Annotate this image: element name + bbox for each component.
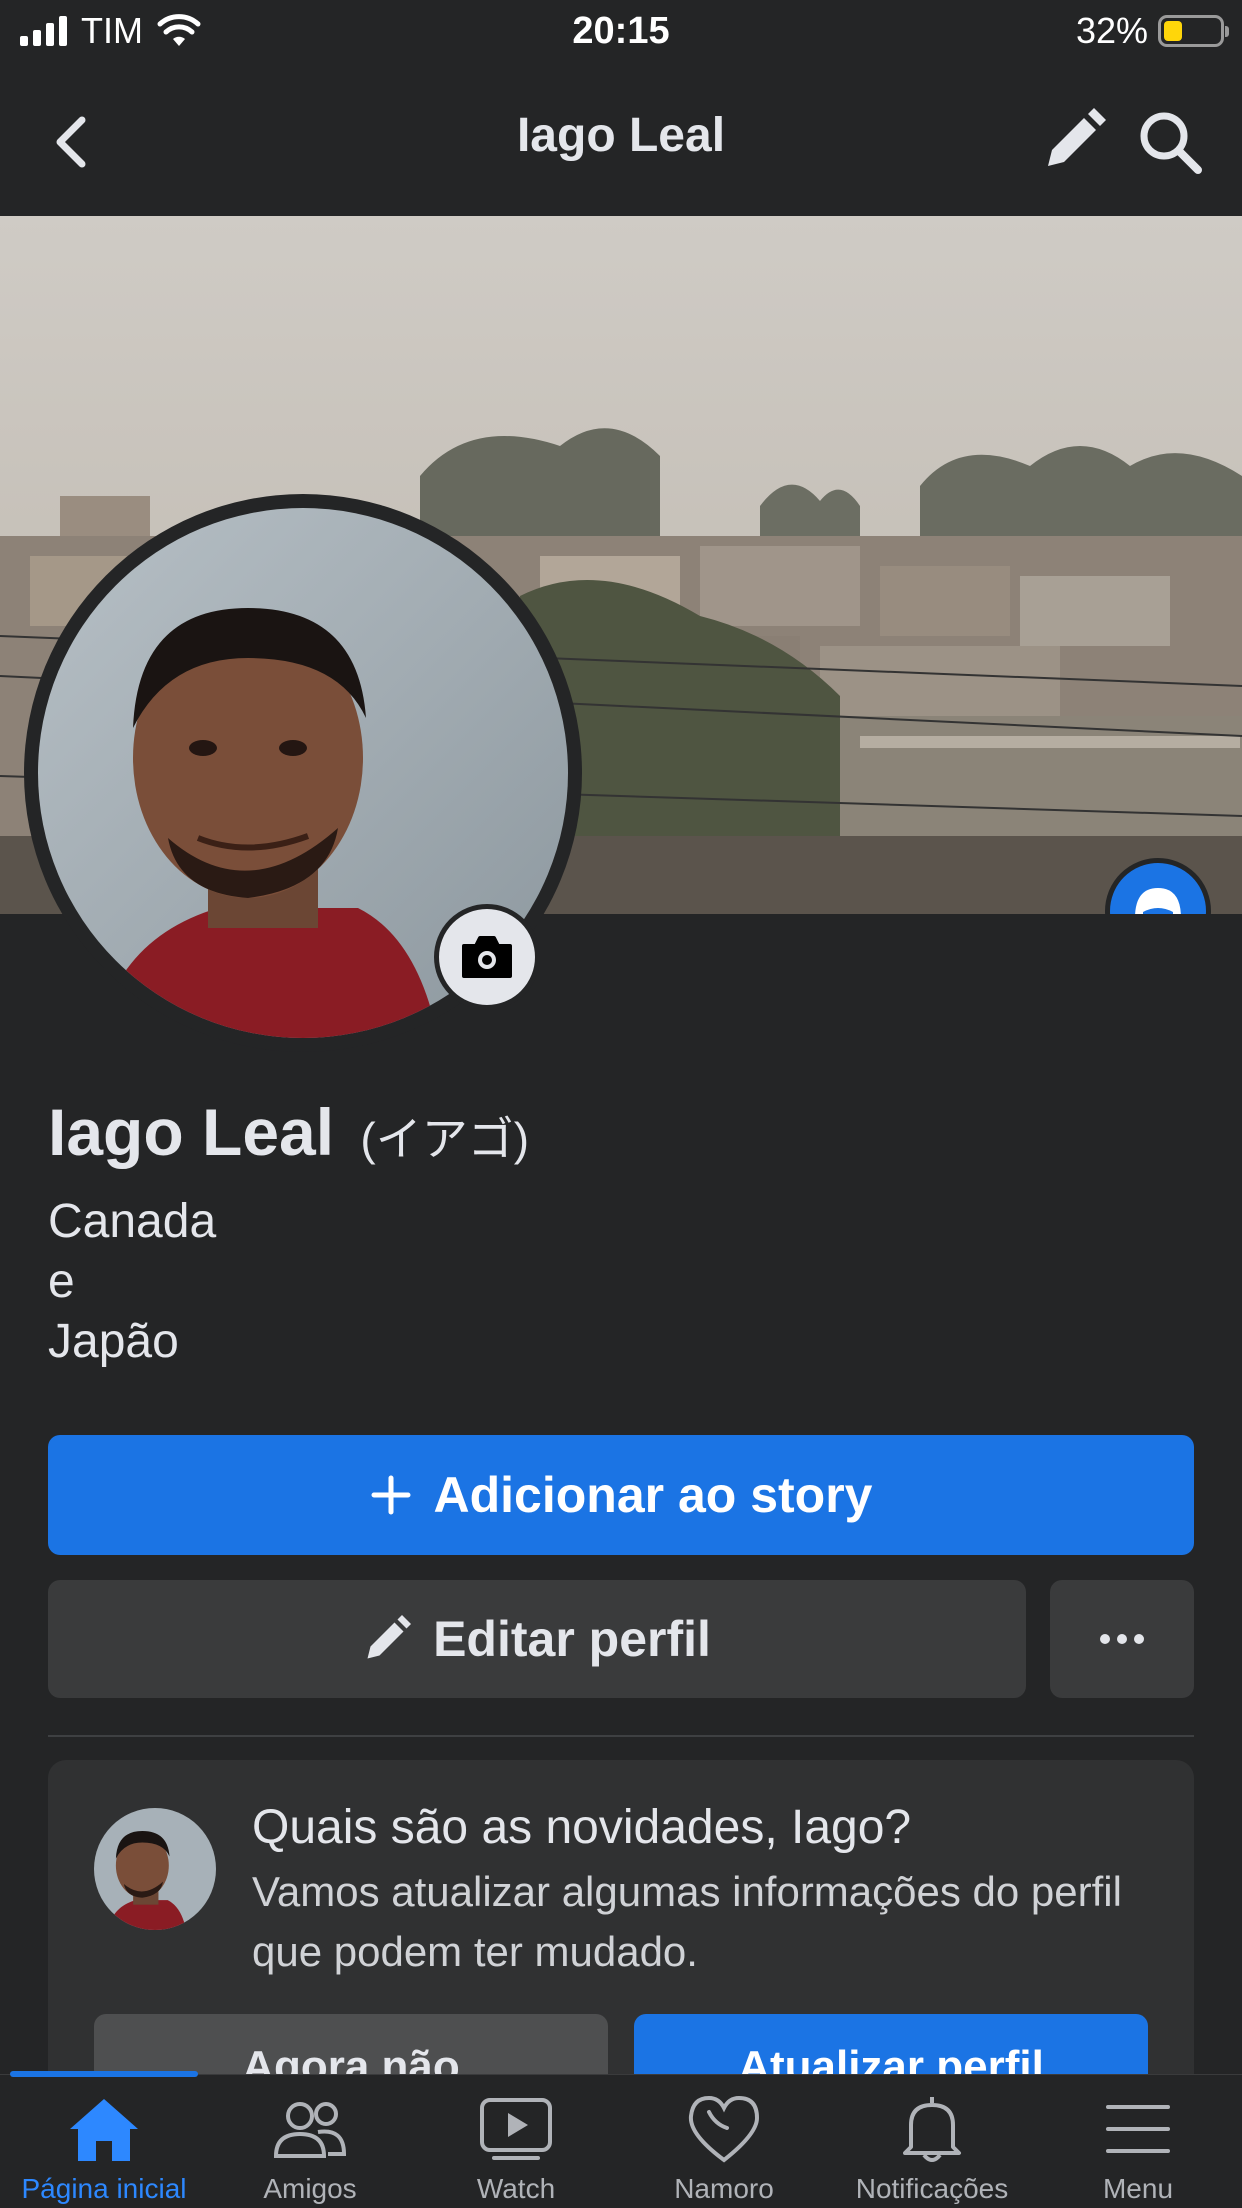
status-bar: TIM 20:15 32% [0, 0, 1242, 64]
add-story-label: Adicionar ao story [433, 1467, 873, 1523]
tab-label: Namoro [674, 2173, 774, 2204]
tab-label: Amigos [263, 2173, 357, 2204]
bio-line: Japão [48, 1315, 179, 1368]
more-dots-icon [1100, 1634, 1144, 1644]
profile-bio: Canada e Japão [48, 1192, 216, 1372]
more-options-button[interactable] [1050, 1580, 1194, 1698]
home-icon [70, 2099, 138, 2161]
tab-label: Menu [1102, 2173, 1174, 2204]
profile-alternate-name: (イアゴ) [360, 1113, 530, 1165]
profile-camera-button[interactable] [434, 904, 540, 1010]
edit-pencil-button[interactable] [1042, 108, 1106, 172]
tab-label: Watch [476, 2173, 556, 2204]
tab-label: Notificações [855, 2173, 1009, 2204]
prompt-text: Vamos atualizar algumas informações do p… [252, 1868, 1122, 1975]
profile-name-text: Iago Leal [48, 1095, 335, 1169]
add-story-button[interactable]: Adicionar ao story [48, 1435, 1194, 1555]
bio-line: Canada [48, 1195, 217, 1248]
search-button[interactable] [1136, 108, 1204, 176]
tab-home[interactable]: Página inicial [6, 2075, 202, 2208]
bottom-tab-bar: Página inicial Amigos Watch Namoro Notif… [0, 2071, 1242, 2208]
battery-icon [1158, 15, 1229, 47]
divider [48, 1735, 1194, 1737]
nav-header: Iago Leal [0, 64, 1242, 216]
bio-line: e [48, 1255, 75, 1308]
status-right: 32% [1075, 10, 1229, 52]
tab-watch[interactable]: Watch [416, 2075, 616, 2208]
avatar [94, 1808, 216, 1930]
bell-icon [903, 2097, 961, 2162]
tab-menu[interactable]: Menu [1040, 2075, 1236, 2208]
edit-profile-label: Editar perfil [433, 1611, 711, 1667]
watch-icon [480, 2098, 552, 2160]
tab-friends[interactable]: Amigos [210, 2075, 410, 2208]
camera-icon [462, 936, 512, 978]
heart-icon [688, 2095, 760, 2163]
profile-name: Iago Leal (イアゴ) [48, 1094, 529, 1170]
plus-icon [371, 1475, 410, 1515]
avatar-face-icon [1135, 888, 1181, 914]
edit-profile-button[interactable]: Editar perfil [48, 1580, 1026, 1698]
friends-icon [273, 2102, 347, 2158]
prompt-title: Quais são as novidades, Iago? [252, 1801, 912, 1854]
menu-icon [1106, 2105, 1170, 2153]
tab-label: Página inicial [21, 2173, 187, 2204]
pencil-icon [367, 1615, 412, 1659]
status-time: 20:15 [572, 10, 670, 52]
tab-dating[interactable]: Namoro [624, 2075, 824, 2208]
battery-percentage: 32% [1075, 10, 1148, 51]
tab-notifications[interactable]: Notificações [832, 2075, 1032, 2208]
